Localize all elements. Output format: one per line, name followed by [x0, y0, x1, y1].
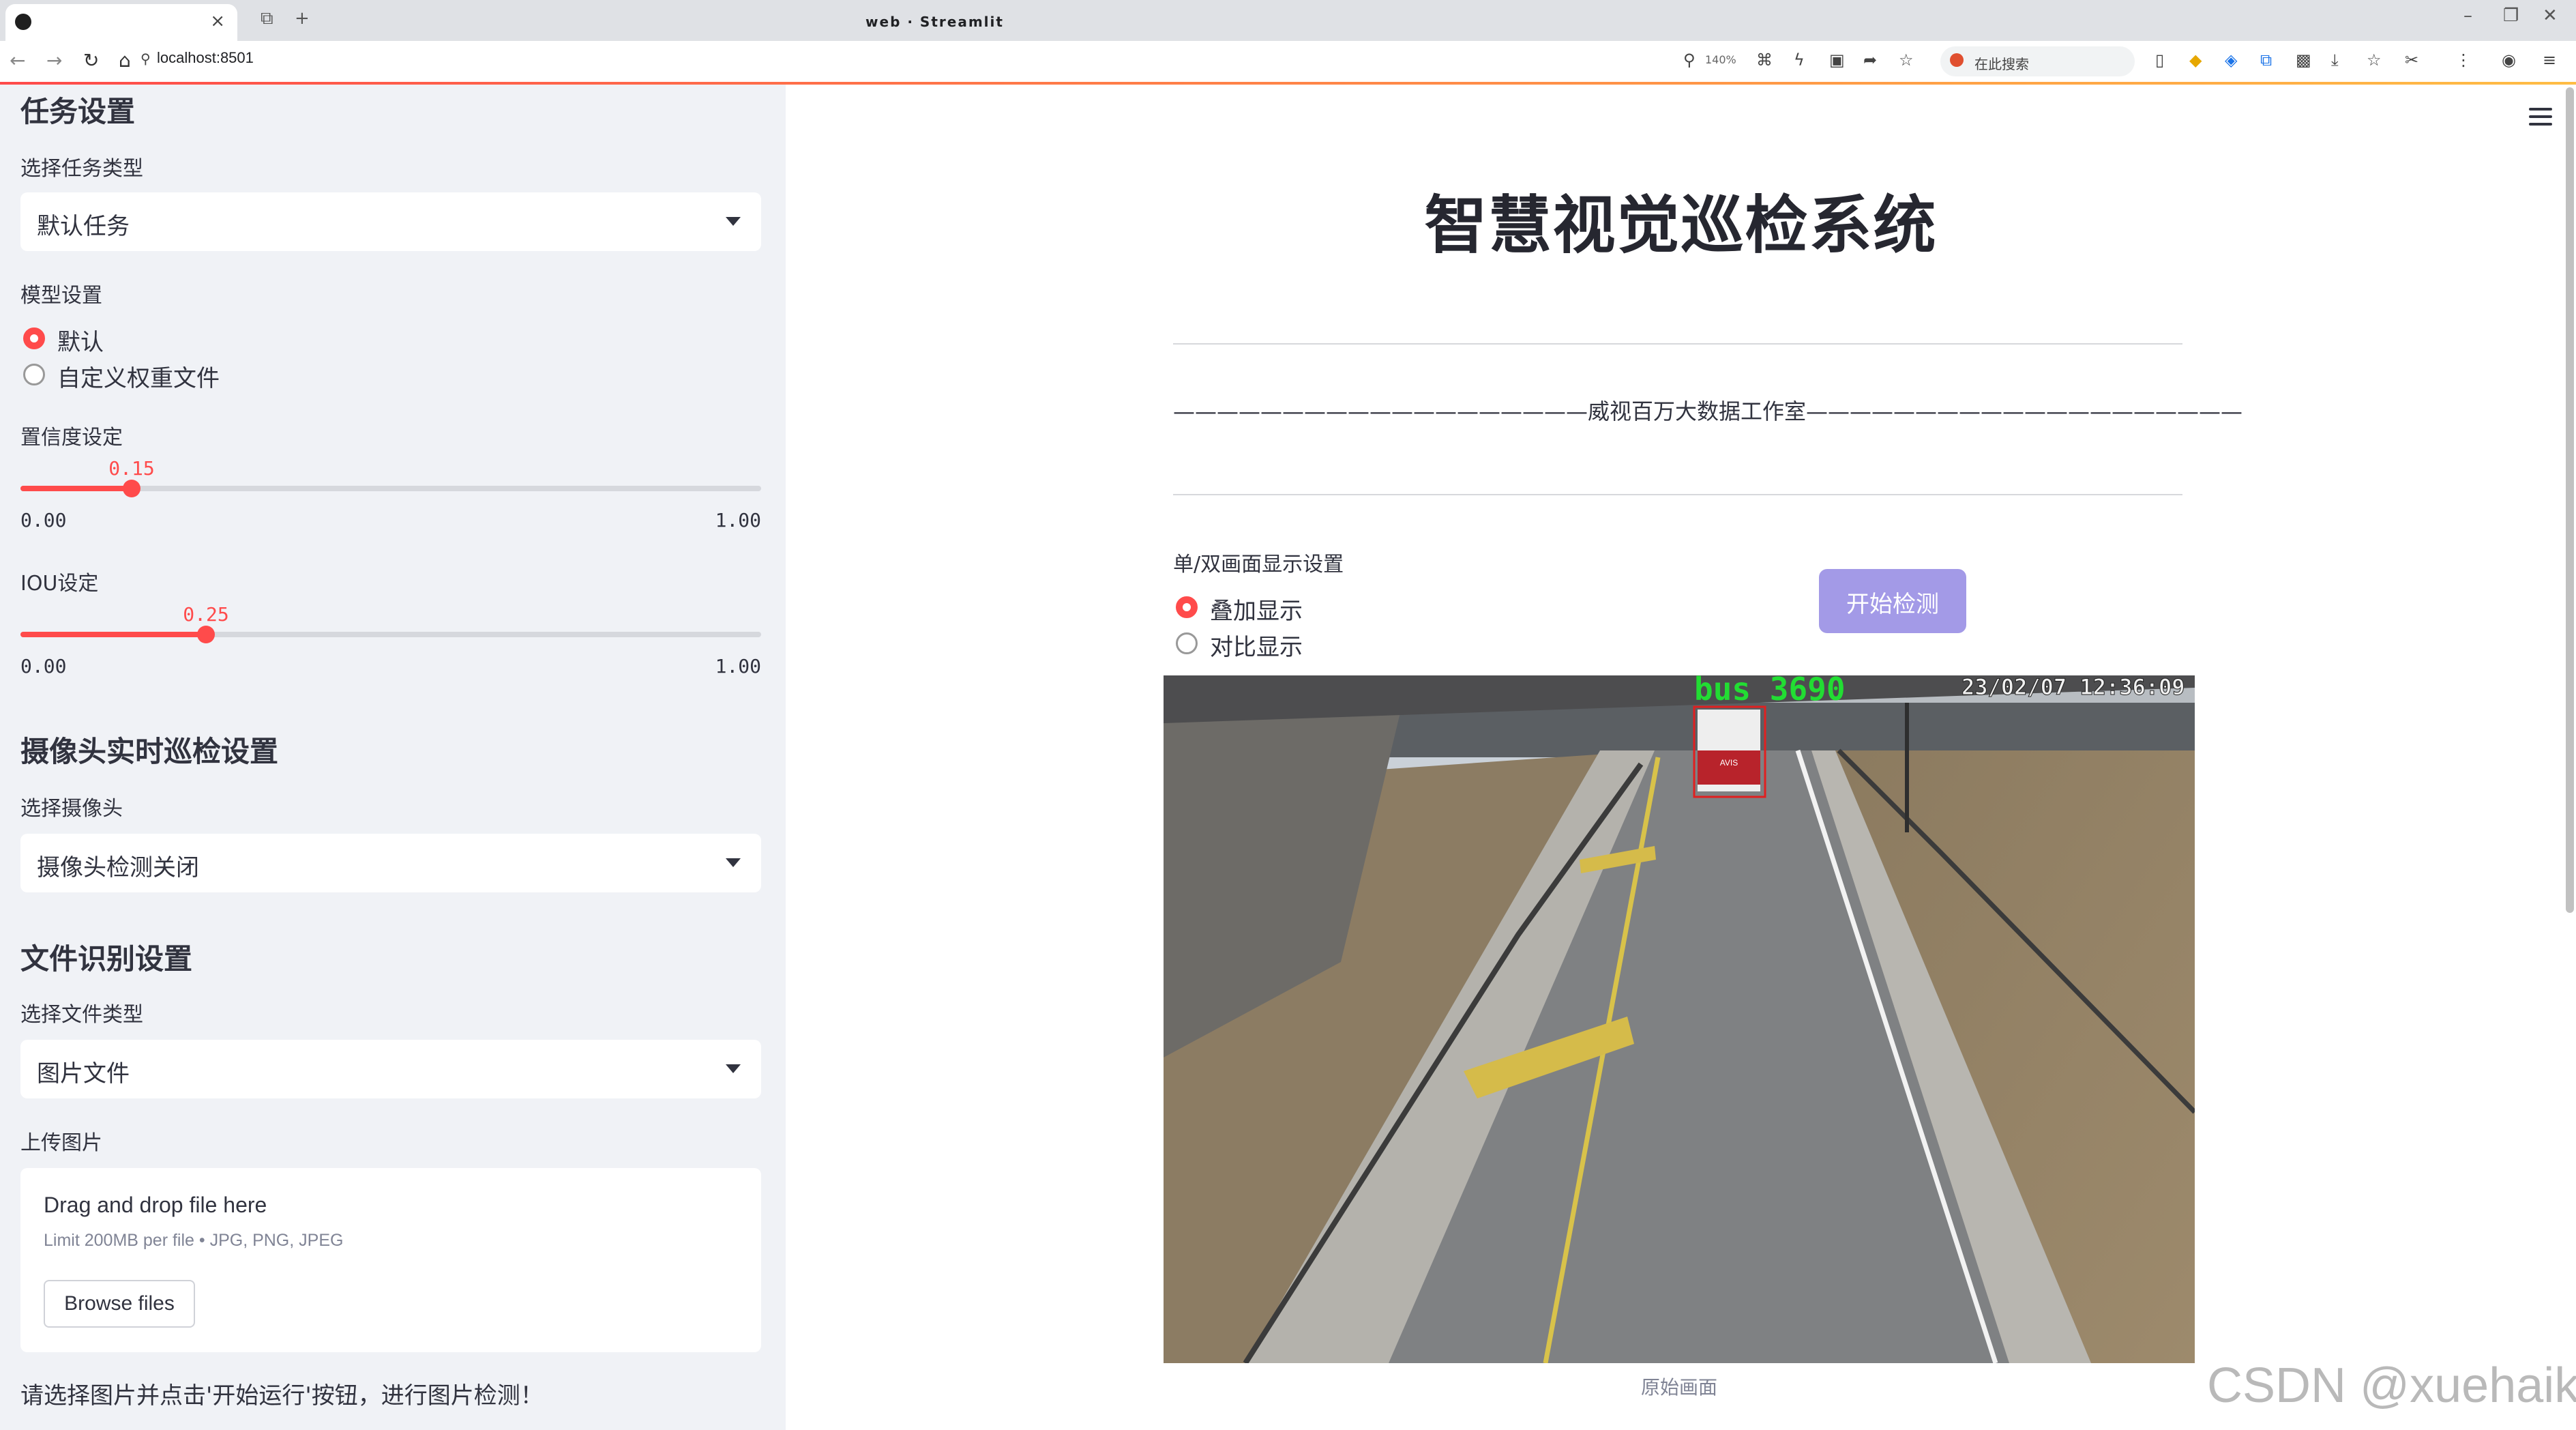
bookmark-star-icon[interactable]: ☆	[1899, 50, 1914, 70]
translate-icon[interactable]: ⌘	[1756, 50, 1773, 70]
upload-limit-text: Limit 200MB per file • JPG, PNG, JPEG	[44, 1231, 344, 1250]
tab-groups-icon[interactable]: ⧉	[261, 8, 273, 29]
download-icon[interactable]: ⤓	[2331, 50, 2339, 70]
search-placeholder: 在此搜索	[1974, 56, 2029, 72]
camera-timestamp: 23/02/07 12:36:09	[1961, 675, 2185, 700]
browse-files-button[interactable]: Browse files	[44, 1280, 195, 1328]
slider-thumb[interactable]	[197, 626, 215, 643]
file-section-heading: 文件识别设置	[20, 942, 193, 976]
browser-toolbar: ← → ↻ ⌂ ⚲ localhost:8501 ⚲ 140% ⌘ ϟ ▣ ➦ …	[0, 41, 2576, 83]
zoom-icon[interactable]: ⚲	[1683, 50, 1696, 70]
conf-slider[interactable]: 0.15 0.00 1.00	[20, 457, 761, 539]
detection-label: bus 3690	[1694, 675, 1846, 707]
upload-hint: 请选择图片并点击'开始运行'按钮，进行图片检测！	[20, 1382, 544, 1410]
home-icon[interactable]: ⌂	[119, 49, 131, 72]
new-tab-icon[interactable]: +	[295, 8, 310, 29]
browse-files-label: Browse files	[64, 1292, 175, 1315]
studio-banner: ———————————————————威视百万大数据工作室———————————…	[1173, 398, 2243, 424]
file-type-value: 图片文件	[37, 1060, 130, 1088]
search-engine-icon	[1950, 53, 1964, 67]
close-window-icon[interactable]: ✕	[2543, 5, 2558, 26]
radio-checked-icon	[23, 327, 45, 349]
road-scene-illustration: AVIS bus 3690 23/02/07 12:36:09	[1164, 675, 2195, 1363]
slider-max: 1.00	[715, 509, 761, 531]
slider-fill	[20, 632, 206, 637]
extension-cube-icon[interactable]: ◈	[2225, 50, 2237, 70]
divider-bottom	[1173, 494, 2182, 495]
hamburger-menu-icon[interactable]	[2529, 108, 2552, 130]
conf-value: 0.15	[108, 457, 155, 480]
watermark: CSDN @xuehaikj	[2207, 1358, 2576, 1413]
flash-icon[interactable]: ϟ	[1794, 50, 1805, 70]
extension-chart-icon[interactable]: ▩	[2296, 50, 2311, 70]
display-mode-label: 单/双画面显示设置	[1173, 553, 1344, 577]
chevron-down-icon	[726, 217, 741, 226]
camera-section-heading: 摄像头实时巡检设置	[20, 735, 279, 768]
browser-menu-icon[interactable]: ≡	[2543, 50, 2556, 70]
model-label: 模型设置	[20, 284, 102, 308]
iou-label: IOU设定	[20, 572, 99, 596]
back-icon[interactable]: ←	[10, 49, 25, 72]
streamlit-favicon-icon	[15, 14, 31, 30]
page-title: 智慧视觉巡检系统	[1424, 189, 1938, 262]
iou-value: 0.25	[183, 603, 229, 626]
camera-select[interactable]: 摄像头检测关闭	[20, 834, 761, 892]
start-detection-button[interactable]: 开始检测	[1819, 569, 1966, 633]
upload-label: 上传图片	[20, 1131, 102, 1155]
radio-unchecked-icon	[1176, 632, 1198, 654]
file-type-label: 选择文件类型	[20, 1003, 143, 1027]
slider-min: 0.00	[20, 655, 67, 677]
search-box[interactable]: 在此搜索	[1940, 46, 2135, 76]
radio-checked-icon	[1176, 596, 1198, 618]
zoom-level: 140%	[1705, 53, 1736, 66]
model-radio-label: 默认	[57, 329, 104, 356]
task-type-label: 选择任务类型	[20, 157, 143, 181]
display-radio-label: 对比显示	[1210, 634, 1303, 661]
favorites-icon[interactable]: ☆	[2367, 50, 2382, 70]
file-type-select[interactable]: 图片文件	[20, 1040, 761, 1098]
image-caption: 原始画面	[1640, 1376, 1717, 1399]
display-radio-label: 叠加显示	[1210, 598, 1303, 625]
forward-icon[interactable]: →	[46, 49, 62, 72]
extension-gem-icon[interactable]: ◆	[2189, 50, 2202, 70]
model-radio-label: 自定义权重文件	[57, 365, 220, 392]
conf-label: 置信度设定	[20, 426, 123, 450]
slider-thumb[interactable]	[123, 480, 140, 497]
site-info-icon[interactable]: ⚲	[140, 50, 151, 67]
browser-tab[interactable]: web · Streamlit ×	[5, 4, 1003, 41]
tab-close-icon[interactable]: ×	[210, 11, 225, 31]
radio-unchecked-icon	[23, 364, 45, 385]
cut-tool-icon[interactable]: ✂	[2405, 50, 2418, 70]
bus-stripe	[1698, 750, 1760, 785]
minimize-icon[interactable]: –	[2463, 5, 2472, 26]
chevron-down-icon	[726, 858, 741, 867]
browser-tab-bar: web · Streamlit × ⧉ + – ❐ ✕	[0, 0, 2576, 41]
slider-min: 0.00	[20, 509, 67, 531]
slider-fill	[20, 486, 132, 491]
upload-drag-text: Drag and drop file here	[44, 1193, 267, 1217]
reading-mode-icon[interactable]: ▯	[2155, 50, 2164, 70]
camera-label: 选择摄像头	[20, 797, 123, 821]
profile-avatar-icon[interactable]: ◉	[2502, 50, 2516, 70]
iou-slider[interactable]: 0.25 0.00 1.00	[20, 603, 761, 685]
task-type-select[interactable]: 默认任务	[20, 192, 761, 251]
address-bar[interactable]: localhost:8501	[157, 49, 254, 67]
page-scrollbar[interactable]	[2566, 87, 2574, 913]
more-menu-icon[interactable]: ⋮	[2455, 50, 2472, 70]
file-uploader-dropzone[interactable]: Drag and drop file here Limit 200MB per …	[20, 1168, 761, 1352]
chevron-down-icon	[726, 1064, 741, 1073]
task-type-value: 默认任务	[37, 213, 130, 240]
task-section-heading: 任务设置	[20, 95, 136, 128]
share-icon[interactable]: ➦	[1863, 50, 1877, 70]
detection-result-image: AVIS bus 3690 23/02/07 12:36:09	[1164, 675, 2195, 1363]
bus-sign: AVIS	[1720, 758, 1738, 768]
start-detection-label: 开始检测	[1846, 591, 1939, 618]
extension-translate-icon[interactable]: ⧉	[2260, 50, 2272, 70]
restore-icon[interactable]: ❐	[2503, 5, 2519, 26]
slider-max: 1.00	[715, 655, 761, 677]
screenshot-icon[interactable]: ▣	[1829, 50, 1845, 70]
divider-top	[1173, 343, 2182, 345]
reload-icon[interactable]: ↻	[83, 49, 99, 72]
camera-value: 摄像头检测关闭	[37, 854, 199, 881]
